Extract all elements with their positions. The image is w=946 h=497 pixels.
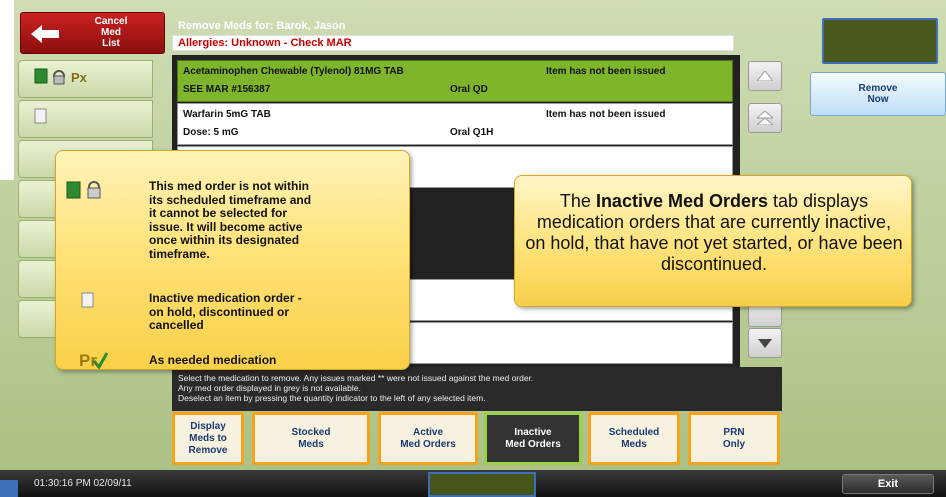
page-up-icon	[757, 111, 773, 125]
instruction-line-2: Any med order displayed in grey is not a…	[178, 383, 361, 393]
tab-label-2: Med Orders	[400, 438, 456, 450]
instructions-panel: Select the medication to remove. Any iss…	[172, 367, 782, 411]
left-edge-strip	[0, 0, 14, 180]
med-status: Item has not been issued	[546, 66, 666, 77]
legend-line: cancelled	[149, 318, 204, 332]
med-sub: Dose: 5 mG	[183, 127, 239, 138]
scroll-up-icon	[757, 71, 773, 81]
tab-inactive-med-orders[interactable]: Inactive Med Orders	[484, 412, 582, 465]
page-up-button[interactable]	[748, 103, 782, 133]
info-callout: The Inactive Med Orders tab displays med…	[514, 175, 912, 307]
tab-label-1: Display	[190, 420, 226, 432]
exit-button[interactable]: Exit	[842, 474, 934, 494]
svg-text:Px: Px	[71, 70, 88, 85]
legend-inactive-text: Inactive medication order - on hold, dis…	[149, 291, 302, 333]
instruction-line-1: Select the medication to remove. Any iss…	[178, 373, 534, 383]
med-route: Oral Q1H	[450, 127, 494, 138]
scroll-down-button[interactable]	[748, 328, 782, 358]
tab-label-1: Scheduled	[608, 426, 660, 438]
right-status-box	[822, 18, 938, 64]
cancel-label-line3: List	[102, 38, 120, 49]
legend-line: on hold, discontinued or	[149, 304, 289, 319]
legend-timeframe-text: This med order is not within its schedul…	[149, 179, 312, 261]
blank-page-icon	[81, 292, 94, 308]
tab-display-meds-to-remove[interactable]: Display Meds to Remove	[172, 412, 244, 465]
legend-prn-text: As needed medication	[149, 353, 277, 367]
tab-label-1: PRN	[723, 426, 745, 438]
legend-line: Inactive medication order -	[149, 291, 302, 305]
legend-line: it cannot be selected for	[149, 206, 288, 220]
tab-label-1: Active	[412, 426, 443, 438]
legend-line: its scheduled timeframe and	[149, 192, 312, 207]
info-text: The Inactive Med Orders tab displays med…	[525, 191, 903, 275]
timestamp: 01:30:16 PM 02/09/11	[34, 478, 132, 489]
tab-label-2: Only	[722, 438, 746, 450]
info-pre: The	[559, 191, 596, 211]
allergy-bar: Allergies: Unknown - Check MAR	[172, 35, 734, 51]
tab-label-1: Inactive	[514, 426, 552, 438]
quantity-indicator-2[interactable]	[18, 100, 153, 138]
footer-status-box	[428, 472, 536, 497]
med-sub: SEE MAR #156387	[183, 84, 271, 95]
med-row-warfarin[interactable]: Warfarin 5mG TAB Item has not been issue…	[177, 103, 733, 145]
info-bold: Inactive Med Orders	[595, 191, 769, 211]
instruction-line-3: Deselect an item by pressing the quantit…	[178, 393, 486, 403]
legend-line: This med order is not within	[149, 179, 310, 193]
tab-label-2: Meds to	[189, 432, 227, 444]
remove-now-line2: Now	[867, 94, 889, 105]
svg-text:Pr: Pr	[79, 351, 97, 370]
med-removal-screen: Cancel Med List Remove Meds for: Barok, …	[0, 0, 946, 497]
scroll-down-icon	[758, 338, 772, 348]
legend-line: timeframe.	[149, 246, 210, 261]
med-name: Acetaminophen Chewable (Tylenol) 81MG TA…	[183, 66, 404, 77]
remove-now-button[interactable]: Remove Now	[810, 72, 946, 116]
prn-icon: Pr	[79, 351, 108, 370]
scroll-up-button[interactable]	[748, 61, 782, 91]
remove-now-line1: Remove	[858, 83, 898, 94]
tab-label-2: Meds	[621, 438, 647, 450]
cancel-label-line2: Med	[101, 27, 121, 38]
tab-active-med-orders[interactable]: Active Med Orders	[378, 412, 478, 465]
cancel-label: Cancel Med List	[76, 16, 146, 49]
left-arrow-icon	[31, 25, 59, 43]
blank-page-icon	[34, 108, 47, 124]
cancel-label-line1: Cancel	[94, 16, 128, 27]
med-route: Oral QD	[450, 84, 488, 95]
tab-label-3: Remove	[188, 444, 228, 456]
page-title: Remove Meds for: Barok, Jason	[178, 20, 346, 32]
cancel-med-list-button[interactable]: Cancel Med List	[20, 12, 165, 54]
patient-header: Remove Meds for: Barok, Jason Allergies:…	[172, 13, 734, 51]
med-status: Item has not been issued	[546, 109, 666, 120]
green-book-lock-icons	[66, 181, 101, 199]
tab-label-2: Med Orders	[505, 438, 561, 450]
allergy-text: Allergies: Unknown - Check MAR	[178, 37, 352, 49]
tab-scheduled-meds[interactable]: Scheduled Meds	[588, 412, 680, 465]
tab-label-1: Stocked	[291, 426, 331, 438]
tab-prn-only[interactable]: PRN Only	[688, 412, 780, 465]
med-name: Warfarin 5mG TAB	[183, 109, 271, 120]
tab-stocked-meds[interactable]: Stocked Meds	[252, 412, 370, 465]
legend-callout: This med order is not within its schedul…	[55, 150, 410, 370]
quantity-indicator-1[interactable]: Px	[18, 60, 153, 98]
tab-label-2: Meds	[298, 438, 324, 450]
med-row-acetaminophen[interactable]: Acetaminophen Chewable (Tylenol) 81MG TA…	[177, 60, 733, 102]
legend-line: issue. It will become active	[149, 219, 303, 234]
row1-status-icons: Px	[34, 68, 88, 85]
corner-marker	[0, 480, 18, 497]
legend-line: once within its designated	[149, 233, 300, 247]
